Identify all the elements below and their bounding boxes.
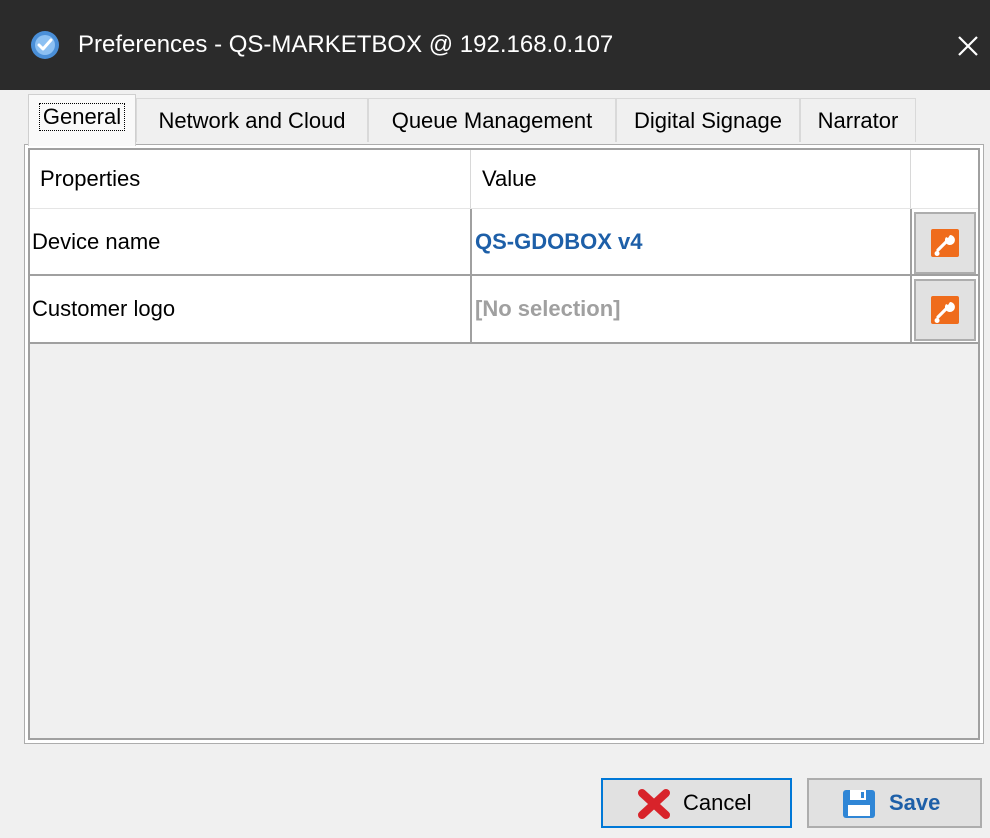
column-divider — [910, 276, 912, 342]
tab-queue-management[interactable]: Queue Management — [368, 98, 616, 142]
preferences-dialog: Preferences - QS-MARKETBOX @ 192.168.0.1… — [0, 0, 990, 838]
edit-customer-logo-button[interactable] — [914, 279, 976, 341]
title-bar[interactable]: Preferences - QS-MARKETBOX @ 192.168.0.1… — [0, 0, 990, 90]
tab-label: Digital Signage — [634, 108, 782, 133]
wrench-icon — [931, 229, 959, 257]
property-value[interactable]: [No selection] — [475, 276, 620, 342]
property-name: Device name — [32, 229, 161, 254]
edit-device-name-button[interactable] — [914, 212, 976, 274]
column-divider — [470, 150, 471, 208]
wrench-icon — [931, 296, 959, 324]
tab-network-and-cloud[interactable]: Network and Cloud — [136, 98, 368, 142]
column-divider — [470, 276, 472, 342]
close-button[interactable] — [948, 24, 988, 68]
property-name: Customer logo — [32, 296, 176, 321]
save-button[interactable]: Save — [807, 778, 982, 828]
tab-label: Network and Cloud — [158, 108, 346, 133]
column-divider — [470, 209, 472, 275]
save-label: Save — [889, 790, 941, 815]
tab-label: General — [38, 103, 126, 131]
tab-digital-signage[interactable]: Digital Signage — [616, 98, 800, 142]
tab-label: Queue Management — [391, 108, 593, 133]
app-logo-icon — [31, 31, 59, 59]
table-row-device-name[interactable]: Device name QS-GDOBOX v4 — [30, 208, 978, 276]
tab-label: Narrator — [817, 108, 899, 133]
cancel-button[interactable]: Cancel — [601, 778, 792, 828]
properties-grid: Properties Value Device name QS-GDOBOX v… — [28, 148, 980, 740]
column-divider — [910, 150, 911, 208]
table-row-customer-logo[interactable]: Customer logo [No selection] — [30, 276, 978, 344]
red-x-icon — [638, 789, 670, 819]
tab-narrator[interactable]: Narrator — [800, 98, 916, 142]
property-value[interactable]: QS-GDOBOX v4 — [475, 209, 642, 275]
window-title: Preferences - QS-MARKETBOX @ 192.168.0.1… — [78, 31, 614, 58]
grid-header-row: Properties Value — [30, 150, 978, 208]
column-header-value[interactable]: Value — [482, 150, 912, 208]
cancel-label: Cancel — [683, 790, 752, 815]
tab-general[interactable]: General — [28, 94, 136, 146]
column-header-properties[interactable]: Properties — [40, 150, 470, 208]
floppy-disk-icon — [843, 790, 875, 818]
column-divider — [910, 209, 912, 275]
close-icon — [958, 36, 978, 56]
